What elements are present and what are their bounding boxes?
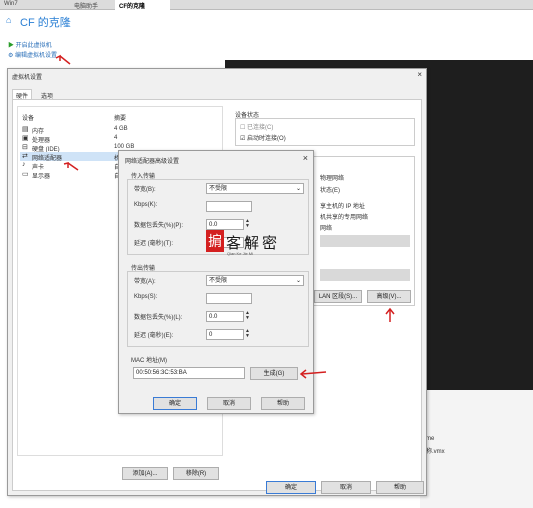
arrow-edit-settings-head: [55, 54, 61, 61]
arrow-generate: [301, 371, 327, 375]
arrow-edit-settings: [59, 55, 71, 65]
annotation-arrows: [55, 54, 395, 379]
arrow-network-adapter: [67, 162, 79, 171]
arrow-network-adapter-head: [63, 162, 69, 168]
